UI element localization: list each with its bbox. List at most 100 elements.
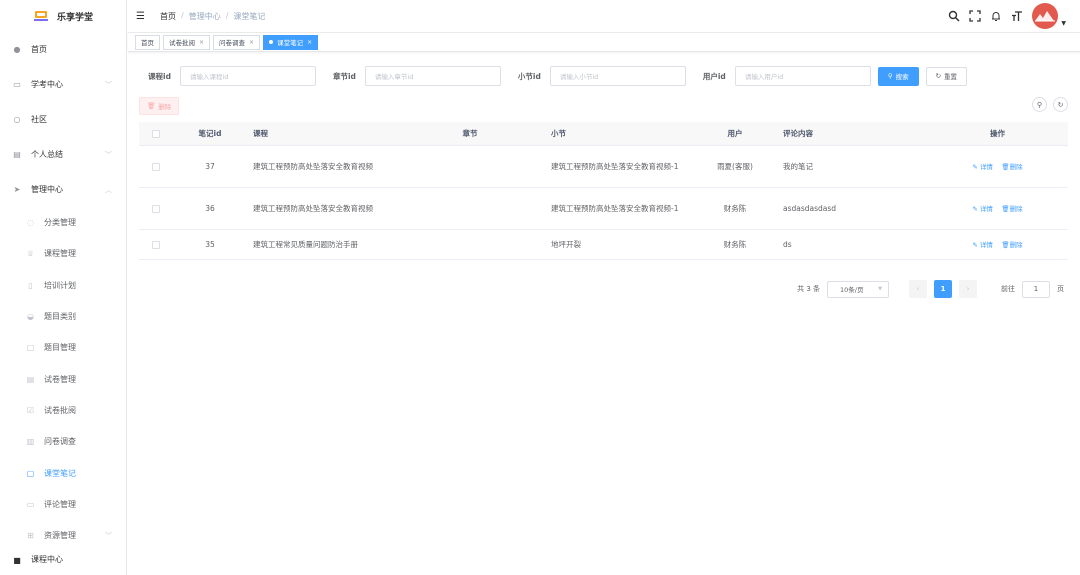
reset-button[interactable]: ↻ 重置: [925, 66, 968, 86]
bell-icon[interactable]: [990, 10, 1002, 22]
sidebar-subitem-label: 课程管理: [44, 249, 76, 259]
sidebar-item-label: 个人总结: [31, 150, 63, 159]
chapter-id-placeholder: 请输入章节id: [374, 73, 414, 81]
detail-link[interactable]: ✎ 详情: [972, 241, 993, 249]
top-header: ☰ 首页 / 管理中心 / 课堂笔记 ▼: [128, 0, 1080, 32]
tag-notes[interactable]: 课堂笔记 ×: [263, 34, 319, 50]
header-user: 用户: [727, 128, 743, 138]
sidebar-item-personal-summary[interactable]: ▤ 个人总结 ﹀: [0, 137, 126, 172]
sidebar-subitem-label: 培训计划: [44, 280, 76, 290]
sidebar-item-community[interactable]: ○ 社区: [0, 102, 126, 137]
user-id-placeholder: 请输入用户id: [744, 73, 784, 81]
survey-icon: ▥: [26, 437, 35, 447]
section-id-input[interactable]: 请输入小节id: [549, 66, 686, 86]
menu-toggle-icon[interactable]: ☰: [136, 11, 146, 22]
sidebar-subitem-label: 分类管理: [44, 218, 76, 228]
section-id-label: 小节id: [517, 71, 541, 81]
avatar[interactable]: [1032, 3, 1059, 29]
fullscreen-icon[interactable]: [969, 10, 982, 22]
search-icon[interactable]: [948, 10, 960, 22]
sidebar-item-course-center[interactable]: ■ 课程中心: [0, 551, 126, 565]
sidebar-subitem-survey[interactable]: ▥ 问卷调查: [0, 426, 126, 457]
sidebar-subitem-review[interactable]: ☑ 试卷批阅: [0, 395, 126, 426]
tag-survey[interactable]: 问卷调查 ×: [213, 34, 261, 50]
delete-link[interactable]: 🗑删除: [1001, 241, 1022, 249]
sidebar-item-label: 学考中心: [31, 80, 63, 89]
sidebar-subitem-resource[interactable]: ⊞ 资源管理 ﹀: [0, 520, 126, 551]
app-logo[interactable]: 乐享学堂: [0, 0, 126, 32]
reset-button-label: 重置: [944, 73, 958, 81]
sidebar-subitem-question-category[interactable]: ◒ 题目类别: [0, 301, 126, 332]
close-icon[interactable]: ×: [307, 39, 312, 46]
breadcrumb-current: 课堂笔记: [233, 11, 266, 21]
caret-down-icon[interactable]: ▼: [1061, 20, 1066, 27]
sidebar-item-home[interactable]: ● 首页: [0, 32, 126, 67]
sidebar-subitem-paper[interactable]: ▤ 试卷管理: [0, 363, 126, 394]
row-checkbox[interactable]: [152, 204, 160, 213]
close-icon[interactable]: ×: [199, 39, 204, 46]
cell-course: 建筑工程常见质量问题防治手册: [253, 239, 358, 249]
logo-icon: [33, 11, 48, 21]
row-checkbox[interactable]: [152, 240, 160, 249]
next-page-button[interactable]: ›: [959, 280, 977, 298]
chapter-id-input[interactable]: 请输入章节id: [364, 66, 501, 86]
cell-comment: 我的笔记: [783, 161, 813, 171]
delete-link-label: 删除: [1009, 162, 1023, 171]
note-icon: ▢: [26, 468, 35, 478]
chevron-down-icon: ﹀: [105, 150, 112, 159]
sidebar-subitem-comment[interactable]: ▭ 评论管理: [0, 489, 126, 520]
sidebar-subitem-question[interactable]: ▢ 题目管理: [0, 332, 126, 363]
user-id-label: 用户id: [702, 71, 726, 81]
breadcrumb-separator: /: [225, 10, 229, 20]
sidebar-subitem-notes[interactable]: ▢ 课堂笔记: [0, 457, 126, 488]
cell-user: 财务陈: [723, 203, 747, 213]
cell-id: 37: [205, 161, 215, 171]
cell-ops: ✎ 详情 🗑删除: [927, 203, 1068, 215]
sidebar-subitem-plan[interactable]: ▯ 培训计划: [0, 270, 126, 301]
chevron-down-icon: ▼: [878, 286, 882, 292]
detail-link[interactable]: ✎ 详情: [972, 205, 993, 213]
sidebar-item-label: 课程中心: [31, 555, 63, 565]
detail-link[interactable]: ✎ 详情: [972, 163, 993, 171]
page-size-select[interactable]: 10条/页 ▼: [827, 280, 889, 298]
font-size-icon[interactable]: [1011, 10, 1023, 22]
page-number-current[interactable]: 1: [934, 280, 952, 298]
detail-link-label: 详情: [979, 162, 993, 171]
row-checkbox[interactable]: [152, 162, 160, 171]
sidebar-item-study-center[interactable]: ▭ 学考中心 ﹀: [0, 67, 126, 102]
sidebar-subitem-label: 试卷管理: [44, 374, 76, 384]
breadcrumb-home[interactable]: 首页: [160, 11, 176, 22]
resource-icon: ⊞: [27, 531, 34, 541]
tag-paper-review[interactable]: 试卷批阅 ×: [163, 34, 211, 50]
table-toolbar-right: ⚲ ↻: [1032, 97, 1068, 112]
app-logo-text: 乐享学堂: [56, 12, 93, 23]
document-icon: ▤: [13, 150, 21, 159]
sidebar-subitem-category[interactable]: ◌ 分类管理: [0, 207, 126, 238]
sidebar-item-management[interactable]: ➤ 管理中心 ︿: [0, 172, 126, 207]
table-row: 37 建筑工程预防高处坠落安全教育视频 建筑工程预防高处坠落安全教育视频-1 雨…: [139, 146, 1068, 188]
delete-link[interactable]: 🗑删除: [1001, 163, 1022, 171]
refresh-button[interactable]: ↻: [1053, 97, 1068, 112]
cell-comment: asdasdasdasd: [783, 203, 837, 213]
user-id-input[interactable]: 请输入用户id: [734, 66, 871, 86]
header-ops: 操作: [990, 128, 1005, 138]
goto-label: 前往: [1001, 285, 1015, 293]
tag-home[interactable]: 首页: [135, 34, 160, 50]
prev-page-button[interactable]: ‹: [909, 280, 927, 298]
search-icon: ⚲: [887, 72, 893, 80]
search-button[interactable]: ⚲ 搜索: [877, 66, 919, 86]
close-icon[interactable]: ×: [249, 39, 254, 46]
tag-label: 问卷调查: [219, 39, 246, 47]
toggle-search-button[interactable]: ⚲: [1032, 97, 1047, 112]
sidebar-subitem-label: 课堂笔记: [44, 468, 76, 478]
delete-button[interactable]: 🗑 删除: [139, 97, 180, 115]
goto-page-input[interactable]: 1: [1022, 280, 1050, 298]
tag-label: 首页: [141, 39, 154, 47]
monitor-icon: ▭: [13, 80, 21, 89]
mountain-icon: [1035, 11, 1056, 22]
breadcrumb-management[interactable]: 管理中心: [189, 11, 221, 22]
select-all-checkbox[interactable]: [152, 129, 160, 138]
course-id-input[interactable]: 请输入课程id: [179, 66, 316, 86]
sidebar-subitem-course[interactable]: ♕ 课程管理: [0, 238, 126, 269]
delete-link[interactable]: 🗑删除: [1001, 205, 1022, 213]
